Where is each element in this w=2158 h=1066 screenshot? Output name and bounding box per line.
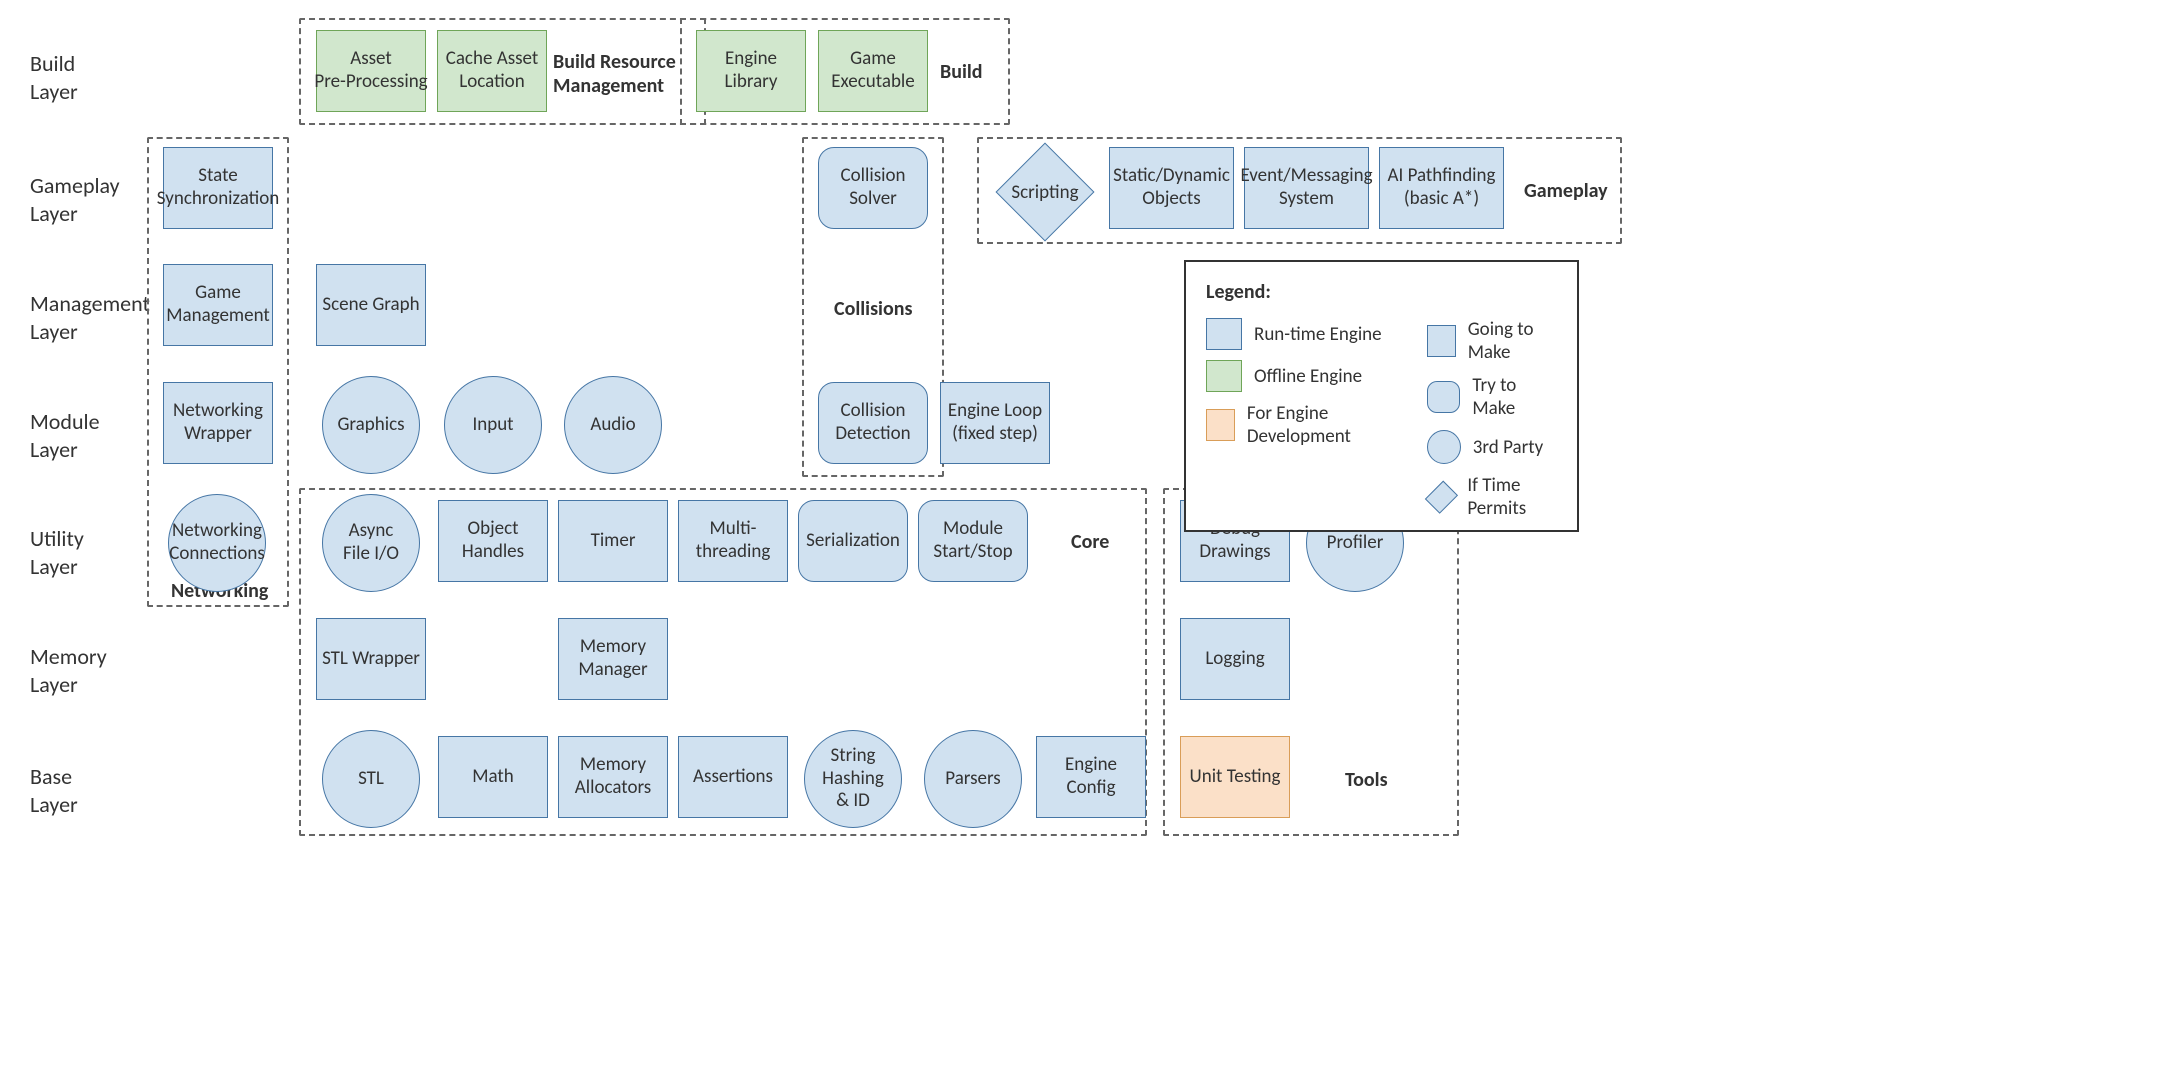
legend-label: If Time Permits xyxy=(1467,474,1557,520)
layer-label-build: Build Layer xyxy=(30,50,78,105)
node-event-messaging-system: Event/Messaging System xyxy=(1244,147,1369,229)
node-game-management: Game Management xyxy=(163,264,273,346)
node-graphics: Graphics xyxy=(322,376,420,474)
node-collision-detection: Collision Detection xyxy=(818,382,928,464)
node-static-dynamic-objects: Static/Dynamic Objects xyxy=(1109,147,1234,229)
node-math: Math xyxy=(438,736,548,818)
layer-label-base: Base Layer xyxy=(30,763,78,818)
node-unit-testing: Unit Testing xyxy=(1180,736,1290,818)
node-asset-pre-processing: Asset Pre-Processing xyxy=(316,30,426,112)
node-stl-wrapper: STL Wrapper xyxy=(316,618,426,700)
node-collision-solver: Collision Solver xyxy=(818,147,928,229)
layer-label-management: Management Layer xyxy=(30,290,150,345)
legend-swatch-diamond-icon xyxy=(1425,481,1458,514)
legend-swatch-orange-square-icon xyxy=(1206,409,1235,441)
legend-item-going: Going to Make xyxy=(1427,318,1557,364)
legend-swatch-rounded-icon xyxy=(1427,381,1461,413)
node-game-executable: Game Executable xyxy=(818,30,928,112)
node-assertions: Assertions xyxy=(678,736,788,818)
node-memory-manager: Memory Manager xyxy=(558,618,668,700)
layer-label-gameplay: Gameplay Layer xyxy=(30,172,120,227)
node-engine-library: Engine Library xyxy=(696,30,806,112)
legend-swatch-blue-square-icon xyxy=(1206,318,1242,350)
scripting-label: Scripting xyxy=(1011,181,1078,204)
layer-label-memory: Memory Layer xyxy=(30,643,107,698)
node-async-file-io: Async File I/O xyxy=(322,494,420,592)
legend-label: For Engine Development xyxy=(1247,402,1397,448)
group-title-tools: Tools xyxy=(1345,768,1388,792)
group-title-collisions: Collisions xyxy=(834,297,912,321)
node-networking-connections: Networking Connections xyxy=(168,494,266,592)
node-parsers: Parsers xyxy=(924,730,1022,828)
node-audio: Audio xyxy=(564,376,662,474)
legend-item-try: Try to Make xyxy=(1427,374,1557,420)
node-memory-allocators: Memory Allocators xyxy=(558,736,668,818)
node-scene-graph: Scene Graph xyxy=(316,264,426,346)
legend-item-iftime: If Time Permits xyxy=(1427,474,1557,520)
node-object-handles: Object Handles xyxy=(438,500,548,582)
node-module-start-stop: Module Start/Stop xyxy=(918,500,1028,582)
layer-label-utility: Utility Layer xyxy=(30,525,84,580)
legend: Legend: Run-time Engine Offline Engine F… xyxy=(1184,260,1579,532)
node-ai-pathfinding: AI Pathfinding (basic A*) xyxy=(1379,147,1504,229)
node-engine-config: Engine Config xyxy=(1036,736,1146,818)
group-title-gameplay: Gameplay xyxy=(1524,179,1608,203)
legend-item-3rd: 3rd Party xyxy=(1427,430,1557,464)
legend-label: Offline Engine xyxy=(1254,365,1362,388)
node-serialization: Serialization xyxy=(798,500,908,582)
group-title-brm: Build Resource Management xyxy=(553,50,676,98)
group-title-build: Build xyxy=(940,60,983,84)
legend-label: Going to Make xyxy=(1468,318,1557,364)
legend-swatch-square-icon xyxy=(1427,325,1456,357)
group-title-core: Core xyxy=(1071,530,1109,554)
node-networking-wrapper: Networking Wrapper xyxy=(163,382,273,464)
layer-label-module: Module Layer xyxy=(30,408,100,463)
legend-label: Run-time Engine xyxy=(1254,323,1382,346)
legend-item-for-dev: For Engine Development xyxy=(1206,402,1397,448)
legend-title: Legend: xyxy=(1206,280,1557,304)
legend-item-runtime: Run-time Engine xyxy=(1206,318,1397,350)
architecture-diagram: Build Layer Gameplay Layer Management La… xyxy=(0,0,2158,1066)
node-cache-asset-location: Cache Asset Location xyxy=(437,30,547,112)
node-string-hashing-id: String Hashing & ID xyxy=(804,730,902,828)
legend-item-offline: Offline Engine xyxy=(1206,360,1397,392)
node-state-synchronization: State Synchronization xyxy=(163,147,273,229)
node-input: Input xyxy=(444,376,542,474)
node-scripting: Scripting xyxy=(1000,147,1090,237)
legend-label: Try to Make xyxy=(1472,374,1557,420)
node-logging: Logging xyxy=(1180,618,1290,700)
node-timer: Timer xyxy=(558,500,668,582)
legend-swatch-green-square-icon xyxy=(1206,360,1242,392)
legend-label: 3rd Party xyxy=(1473,436,1543,459)
node-engine-loop: Engine Loop (fixed step) xyxy=(940,382,1050,464)
node-stl: STL xyxy=(322,730,420,828)
node-multithreading: Multi- threading xyxy=(678,500,788,582)
legend-swatch-circle-icon xyxy=(1427,430,1461,464)
